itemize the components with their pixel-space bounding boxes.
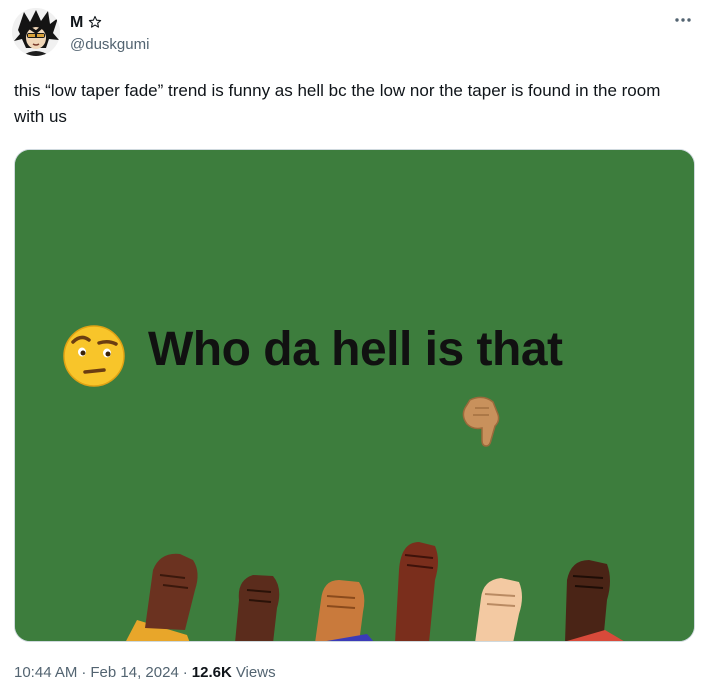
meme-caption: Who da hell is that (148, 323, 563, 376)
meme-illustration (15, 150, 694, 641)
tweet-card: M @duskgumi this “low taper fade” trend … (0, 0, 710, 692)
tweet-metadata: 10:44 AM · Feb 14, 2024 · 12.6K Views (14, 664, 276, 681)
star-icon (88, 15, 102, 31)
meta-separator: · (81, 664, 87, 681)
author-handle[interactable]: @duskgumi (70, 36, 149, 53)
meta-separator: · (182, 664, 188, 681)
views-count[interactable]: 12.6K (192, 664, 232, 681)
raised-eyebrow-emoji-icon (63, 325, 125, 387)
author-display-name[interactable]: M (70, 14, 83, 32)
tweet-time[interactable]: 10:44 AM (14, 664, 77, 681)
tweet-date[interactable]: Feb 14, 2024 (90, 664, 178, 681)
tweet-media-image[interactable] (14, 149, 695, 642)
avatar[interactable] (12, 8, 60, 56)
more-options-button[interactable] (668, 10, 698, 30)
avatar-image (12, 8, 60, 56)
author-name-row[interactable]: M (70, 14, 102, 32)
views-label: Views (235, 664, 276, 681)
more-horizontal-icon (675, 18, 691, 22)
tweet-text: this “low taper fade” trend is funny as … (14, 81, 661, 126)
